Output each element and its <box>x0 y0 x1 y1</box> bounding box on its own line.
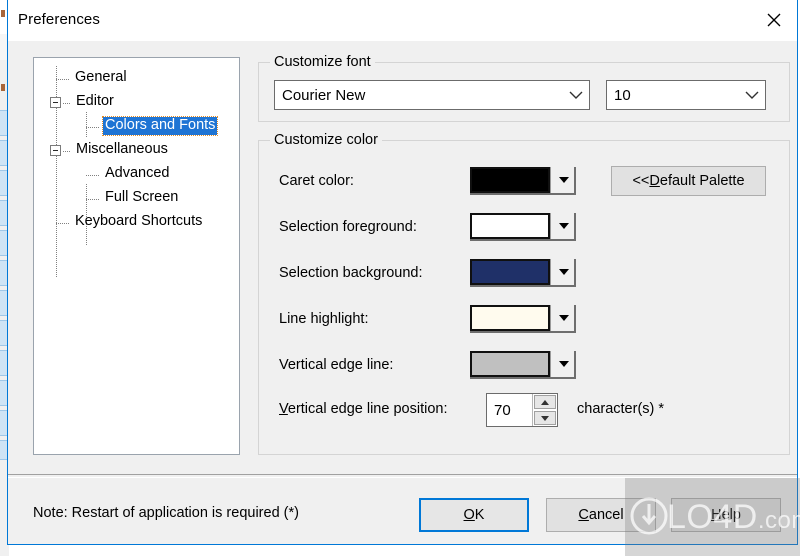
line-highlight-row: Line highlight: <box>259 305 789 335</box>
spinner-down-icon[interactable] <box>534 411 556 425</box>
background-icon <box>1 10 5 17</box>
line-highlight-label: Line highlight: <box>279 311 369 327</box>
selection-foreground-picker[interactable] <box>470 213 576 241</box>
font-size-select[interactable]: 10 <box>606 80 766 110</box>
chevron-down-icon[interactable] <box>563 90 589 100</box>
cancel-accel: C <box>578 507 589 523</box>
chevron-down-icon[interactable] <box>739 90 765 100</box>
title-bar: Preferences <box>8 0 797 41</box>
collapse-icon[interactable] <box>50 96 61 108</box>
sidebar-item-keyboard-shortcuts[interactable]: Keyboard Shortcuts <box>34 210 239 234</box>
selection-background-picker[interactable] <box>470 259 576 287</box>
sidebar-item-label: Advanced <box>105 165 170 182</box>
preferences-tree[interactable]: General Editor Colors and Fonts Miscella… <box>33 57 240 455</box>
selection-foreground-swatch[interactable] <box>470 213 550 239</box>
line-highlight-swatch[interactable] <box>470 305 550 331</box>
ok-rest: K <box>474 507 485 523</box>
quantity-stepper[interactable]: 70 <box>486 393 558 427</box>
font-family-select[interactable]: Courier New <box>274 80 590 110</box>
caret-color-swatch[interactable] <box>470 167 550 193</box>
ok-accel: O <box>463 507 475 523</box>
sidebar-item-general[interactable]: General <box>34 66 239 90</box>
label-accel: V <box>279 401 288 417</box>
selection-background-label: Selection background: <box>279 265 423 281</box>
vertical-edge-line-label: Vertical edge line: <box>279 357 394 373</box>
help-rest: elp <box>721 507 741 523</box>
help-button[interactable]: Help <box>671 498 781 532</box>
restart-note: Note: Restart of application is required… <box>33 505 299 521</box>
vertical-edge-line-row: Vertical edge line: <box>259 351 789 381</box>
close-icon[interactable] <box>751 0 797 40</box>
sidebar-item-label: General <box>75 69 127 86</box>
group-title: Customize font <box>270 54 375 70</box>
vertical-edge-line-swatch[interactable] <box>470 351 550 377</box>
sidebar-item-advanced[interactable]: Advanced <box>34 162 239 186</box>
line-highlight-picker[interactable] <box>470 305 576 333</box>
triangle-down-icon[interactable] <box>553 351 574 377</box>
selection-foreground-row: Selection foreground: <box>259 213 789 243</box>
font-size-value: 10 <box>614 86 631 104</box>
caret-color-label: Caret color: <box>279 173 354 189</box>
sidebar-item-label: Full Screen <box>105 189 179 206</box>
default-palette-accel: D <box>649 173 660 189</box>
triangle-down-icon[interactable] <box>553 213 574 239</box>
sidebar-item-colors-and-fonts[interactable]: Colors and Fonts <box>34 114 239 138</box>
triangle-down-icon[interactable] <box>553 305 574 331</box>
ok-button[interactable]: OK <box>419 498 529 532</box>
label-rest: ertical edge line position: <box>287 401 448 417</box>
selection-foreground-label: Selection foreground: <box>279 219 417 235</box>
stepper-buttons[interactable] <box>532 394 557 426</box>
tree-connector <box>86 198 100 200</box>
vertical-edge-position-suffix: character(s) * <box>577 401 665 417</box>
customize-color-group: Customize color Caret color: Selection f… <box>258 132 790 455</box>
sidebar-item-label: Editor <box>76 93 114 110</box>
group-title: Customize color <box>270 132 382 148</box>
caret-color-picker[interactable] <box>470 167 576 195</box>
sidebar-item-label: Colors and Fonts <box>101 116 219 136</box>
tree-connector <box>63 102 71 104</box>
cancel-button[interactable]: Cancel <box>546 498 656 532</box>
tree-connector <box>86 126 100 128</box>
sidebar-item-label: Keyboard Shortcuts <box>75 213 203 230</box>
default-palette-prefix: << <box>632 173 650 189</box>
triangle-down-icon[interactable] <box>553 259 574 285</box>
triangle-down-icon[interactable] <box>553 167 574 193</box>
preferences-dialog: Preferences General Editor Colors and Fo… <box>7 0 798 545</box>
help-accel: H <box>711 507 722 523</box>
sidebar-item-editor[interactable]: Editor <box>34 90 239 114</box>
vertical-edge-position-row: Vertical edge line position: 70 characte… <box>259 393 789 427</box>
spinner-up-icon[interactable] <box>534 395 556 409</box>
default-palette-button[interactable]: << Default Palette <box>611 166 766 196</box>
default-palette-rest: efault Palette <box>659 173 745 189</box>
selection-background-swatch[interactable] <box>470 259 550 285</box>
sidebar-item-label: Miscellaneous <box>76 141 168 158</box>
vertical-edge-position-label: Vertical edge line position: <box>279 401 447 417</box>
collapse-icon[interactable] <box>50 144 61 156</box>
page-title: Preferences <box>18 11 100 28</box>
tree-connector <box>63 150 71 152</box>
tree-connector <box>86 174 100 176</box>
tree-connector <box>56 78 70 80</box>
font-family-value: Courier New <box>282 86 366 104</box>
tree-connector <box>56 222 70 224</box>
selection-background-row: Selection background: <box>259 259 789 289</box>
cancel-rest: ancel <box>588 507 624 523</box>
vertical-edge-line-picker[interactable] <box>470 351 576 379</box>
sidebar-item-miscellaneous[interactable]: Miscellaneous <box>34 138 239 162</box>
background-icon <box>1 84 5 91</box>
sidebar-item-full-screen[interactable]: Full Screen <box>34 186 239 210</box>
divider <box>8 474 797 478</box>
vertical-edge-position-value[interactable]: 70 <box>487 394 532 426</box>
